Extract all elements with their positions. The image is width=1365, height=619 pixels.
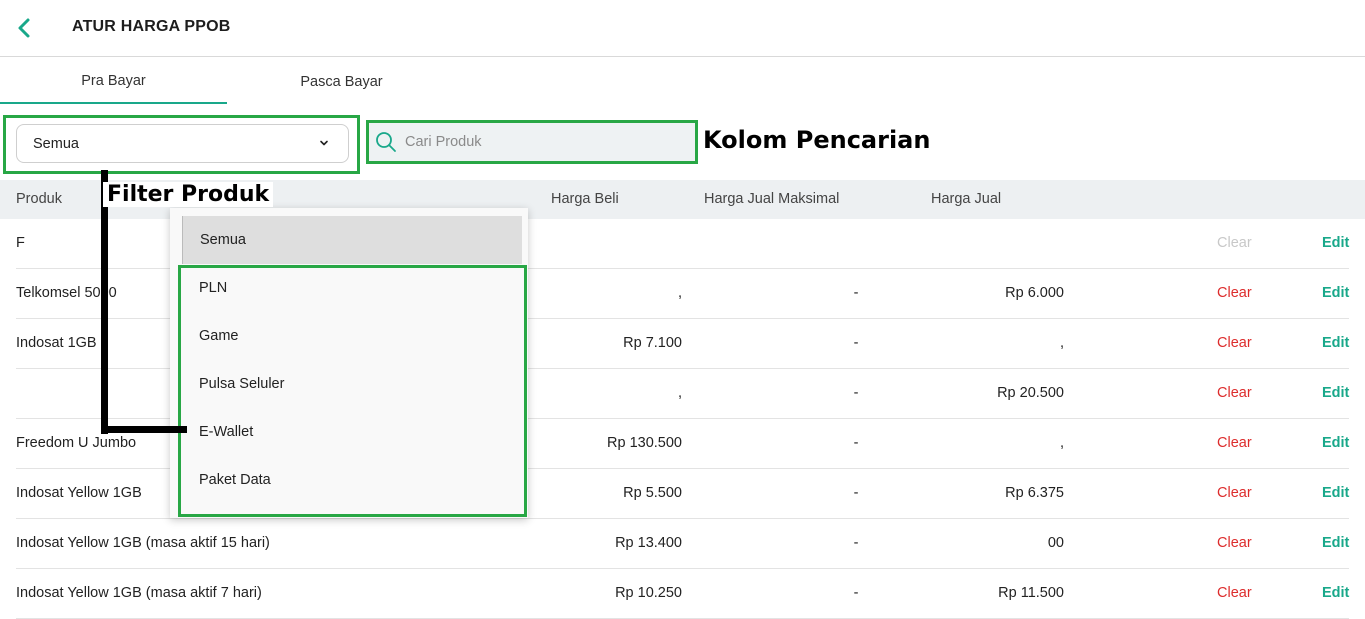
cell-harga-jual: , xyxy=(1059,435,1064,451)
chevron-left-icon xyxy=(18,18,30,38)
tab-pra-bayar[interactable]: Pra Bayar xyxy=(0,60,227,104)
search-icon xyxy=(376,132,396,152)
cell-produk: Indosat Yellow 1GB (masa aktif 7 hari) xyxy=(16,585,262,601)
page-title: ATUR HARGA PPOB xyxy=(72,18,231,35)
cell-harga-jual: Rp 6.000 xyxy=(1005,285,1064,301)
chevron-down-icon xyxy=(320,140,328,146)
column-header-harga-jual-maksimal: Harga Jual Maksimal xyxy=(704,191,840,207)
column-header-produk: Produk xyxy=(16,191,62,207)
annotation-bracket-horizontal xyxy=(101,426,187,433)
clear-button[interactable]: Clear xyxy=(1217,335,1252,351)
column-header-harga-jual: Harga Jual xyxy=(931,191,1002,207)
cell-harga-jual-maksimal: - xyxy=(853,435,859,451)
tab-bar: Pra Bayar Pasca Bayar xyxy=(0,60,460,104)
search-field xyxy=(366,120,698,164)
cell-produk: F xyxy=(16,235,25,251)
cell-harga-beli: Rp 10.250 xyxy=(615,585,682,601)
clear-button[interactable]: Clear xyxy=(1217,585,1252,601)
filter-annotation-label: Filter Produk xyxy=(103,182,274,207)
edit-button[interactable]: Edit xyxy=(1322,585,1349,601)
edit-button[interactable]: Edit xyxy=(1322,235,1349,251)
cell-produk: Indosat Yellow 1GB xyxy=(16,485,142,501)
cell-harga-beli: Rp 7.100 xyxy=(623,335,682,351)
edit-button[interactable]: Edit xyxy=(1322,535,1349,551)
clear-button[interactable]: Clear xyxy=(1217,235,1252,251)
edit-button[interactable]: Edit xyxy=(1322,485,1349,501)
cell-harga-jual-maksimal: - xyxy=(853,335,859,351)
cell-harga-jual: Rp 6.375 xyxy=(1005,485,1064,501)
cell-harga-beli: , xyxy=(677,285,682,301)
tab-pasca-bayar[interactable]: Pasca Bayar xyxy=(228,60,455,104)
edit-button[interactable]: Edit xyxy=(1322,285,1349,301)
clear-button[interactable]: Clear xyxy=(1217,435,1252,451)
edit-button[interactable]: Edit xyxy=(1322,435,1349,451)
product-filter-select[interactable]: Semua xyxy=(16,124,349,163)
filter-selected-value: Semua xyxy=(33,135,79,152)
search-annotation-label: Kolom Pencarian xyxy=(703,126,931,154)
clear-button[interactable]: Clear xyxy=(1217,385,1252,401)
cell-produk: Indosat 1GB xyxy=(16,335,97,351)
clear-button[interactable]: Clear xyxy=(1217,535,1252,551)
cell-harga-beli: Rp 130.500 xyxy=(607,435,682,451)
search-input[interactable] xyxy=(405,134,665,150)
back-button[interactable] xyxy=(10,14,38,42)
cell-harga-jual: Rp 20.500 xyxy=(997,385,1064,401)
cell-produk: Freedom U Jumbo xyxy=(16,435,137,451)
cell-produk: Indosat Yellow 1GB (masa aktif 15 hari) xyxy=(16,535,270,551)
column-header-harga-beli: Harga Beli xyxy=(551,191,619,207)
edit-button[interactable]: Edit xyxy=(1322,385,1349,401)
cell-harga-jual: , xyxy=(1059,335,1064,351)
clear-button[interactable]: Clear xyxy=(1217,285,1252,301)
dropdown-options-highlight-box xyxy=(178,265,527,517)
table-row: Indosat Yellow 1GB (masa aktif 15 hari) … xyxy=(16,519,1349,569)
cell-harga-jual: 00 xyxy=(1047,535,1064,551)
dropdown-option-semua[interactable]: Semua xyxy=(182,216,522,264)
cell-harga-beli: Rp 13.400 xyxy=(615,535,682,551)
cell-harga-jual-maksimal: - xyxy=(853,535,859,551)
cell-harga-jual-maksimal: - xyxy=(853,585,859,601)
cell-harga-jual-maksimal: - xyxy=(853,285,859,301)
edit-button[interactable]: Edit xyxy=(1322,335,1349,351)
cell-harga-jual-maksimal: - xyxy=(853,485,859,501)
cell-harga-jual-maksimal: - xyxy=(853,385,859,401)
app-header: ATUR HARGA PPOB xyxy=(0,0,1365,57)
clear-button[interactable]: Clear xyxy=(1217,485,1252,501)
cell-harga-beli: Rp 5.500 xyxy=(623,485,682,501)
cell-harga-jual: Rp 11.500 xyxy=(998,585,1064,601)
annotation-bracket-vertical xyxy=(101,170,108,434)
table-row: Indosat Yellow 1GB (masa aktif 7 hari) R… xyxy=(16,569,1349,619)
cell-harga-beli: , xyxy=(677,385,682,401)
